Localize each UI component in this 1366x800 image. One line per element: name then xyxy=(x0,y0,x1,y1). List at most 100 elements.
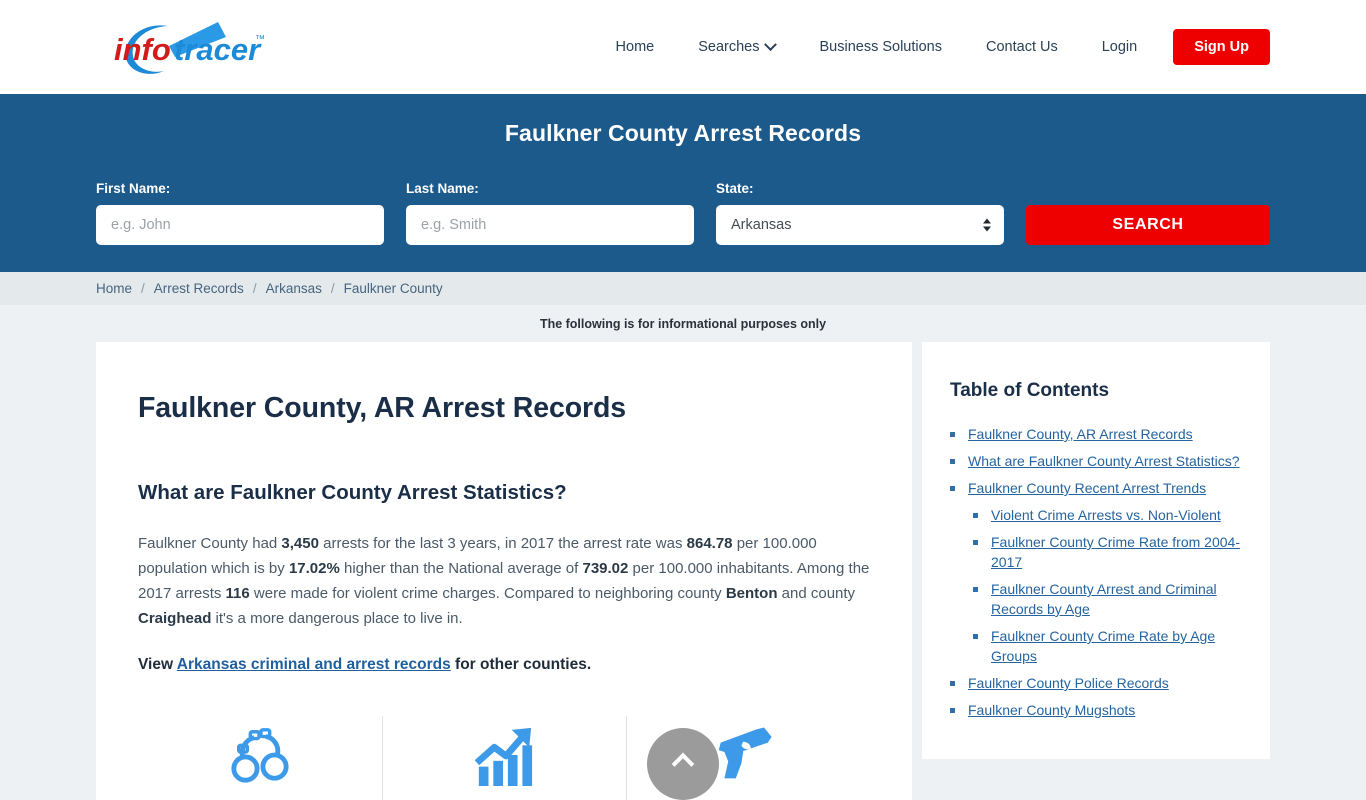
chevron-up-icon xyxy=(671,752,695,776)
state-select[interactable]: Arkansas xyxy=(716,205,1004,245)
infotracer-logo-icon: info tracer ™ xyxy=(114,22,265,74)
main-navigation: Home Searches Business Solutions Contact… xyxy=(594,0,1270,94)
nav-item-home[interactable]: Home xyxy=(594,39,677,55)
handcuffs-icon xyxy=(231,728,289,783)
text-fragment: Faulkner County had xyxy=(138,535,282,552)
toc-link-crime-rate-2004-2017[interactable]: Faulkner County Crime Rate from 2004-201… xyxy=(991,532,1242,572)
nav-label: Business Solutions xyxy=(819,39,942,55)
arkansas-records-link[interactable]: Arkansas criminal and arrest records xyxy=(177,656,451,673)
svg-text:tracer: tracer xyxy=(174,32,262,67)
neighbor-county-one: Benton xyxy=(725,585,778,602)
toc-subitem: Faulkner County Crime Rate from 2004-201… xyxy=(973,532,1242,572)
view-other-counties-line: View Arkansas criminal and arrest record… xyxy=(138,656,870,674)
toc-subitem: Violent Crime Arrests vs. Non-Violent xyxy=(973,505,1242,525)
feature-icon-cell-arrests xyxy=(138,716,382,800)
stat-arrest-rate: 864.78 xyxy=(686,535,733,552)
bullet-square-icon xyxy=(950,486,955,491)
toc-link-crime-rate-by-age-groups[interactable]: Faulkner County Crime Rate by Age Groups xyxy=(991,626,1242,666)
nav-label: Home xyxy=(615,39,655,55)
toc-subitem: Faulkner County Crime Rate by Age Groups xyxy=(973,626,1242,666)
table-of-contents-card: Table of Contents Faulkner County, AR Ar… xyxy=(922,342,1270,759)
nav-item-business-solutions[interactable]: Business Solutions xyxy=(797,39,964,55)
toc-link-recent-arrest-trends[interactable]: Faulkner County Recent Arrest Trends xyxy=(968,478,1206,498)
stat-percent-higher: 17.02% xyxy=(288,560,340,577)
bullet-square-icon xyxy=(973,634,978,639)
bullet-square-icon xyxy=(973,540,978,545)
svg-text:™: ™ xyxy=(255,34,265,45)
informational-notice: The following is for informational purpo… xyxy=(539,317,827,331)
toc-link-police-records[interactable]: Faulkner County Police Records xyxy=(968,673,1169,693)
toc-subitem: Faulkner County Arrest and Criminal Reco… xyxy=(973,579,1242,619)
first-name-field-group: First Name: xyxy=(96,181,384,245)
nav-label: Contact Us xyxy=(986,39,1058,55)
search-banner: Faulkner County Arrest Records First Nam… xyxy=(0,94,1366,272)
arrest-search-form: First Name: Last Name: State: Arkansas S… xyxy=(96,181,1270,245)
statistics-paragraph: Faulkner County had 3,450 arrests for th… xyxy=(138,531,870,631)
toc-item: Faulkner County Mugshots xyxy=(950,700,1242,720)
toc-item: Faulkner County, AR Arrest Records xyxy=(950,424,1242,444)
breadcrumb-item-home[interactable]: Home xyxy=(96,281,132,296)
text-fragment: View xyxy=(138,656,177,673)
bullet-square-icon xyxy=(950,459,955,464)
page-title: Faulkner County, AR Arrest Records xyxy=(138,392,627,424)
chevron-down-icon xyxy=(764,37,778,51)
nav-item-searches[interactable]: Searches xyxy=(676,37,797,55)
toc-link-mugshots[interactable]: Faulkner County Mugshots xyxy=(968,700,1135,720)
breadcrumb-separator: / xyxy=(141,281,145,296)
text-fragment: it's a more dangerous place to live in. xyxy=(211,610,463,627)
growth-chart-icon xyxy=(474,727,533,786)
sign-up-button[interactable]: Sign Up xyxy=(1173,29,1270,65)
text-fragment: higher than the National average of xyxy=(339,560,583,577)
stat-national-average: 739.02 xyxy=(582,560,629,577)
feature-icon-row xyxy=(138,716,870,800)
state-label: State: xyxy=(716,181,754,196)
handgun-icon xyxy=(718,727,772,779)
bullet-square-icon xyxy=(973,513,978,518)
bullet-square-icon xyxy=(950,432,955,437)
breadcrumb-bar: Home / Arrest Records / Arkansas / Faulk… xyxy=(0,272,1366,305)
neighbor-county-two: Craighead xyxy=(138,610,212,627)
logo[interactable]: info tracer ™ xyxy=(96,15,271,79)
breadcrumb-separator: / xyxy=(330,281,335,296)
nav-item-contact-us[interactable]: Contact Us xyxy=(964,39,1080,55)
last-name-field-group: Last Name: xyxy=(406,181,694,245)
last-name-input[interactable] xyxy=(406,205,694,245)
state-field-group: State: Arkansas xyxy=(716,181,1004,245)
stat-violent-arrests: 116 xyxy=(225,585,250,602)
breadcrumb-item-arrest-records[interactable]: Arrest Records xyxy=(154,281,244,296)
first-name-input[interactable] xyxy=(96,205,384,245)
nav-label: Searches xyxy=(698,39,760,55)
bullet-square-icon xyxy=(950,681,955,686)
article-card: Faulkner County, AR Arrest Records What … xyxy=(96,342,912,800)
bullet-square-icon xyxy=(973,587,978,592)
feature-icon-cell-trends xyxy=(382,716,626,800)
toc-link-violent-vs-nonviolent[interactable]: Violent Crime Arrests vs. Non-Violent xyxy=(991,505,1221,525)
text-fragment: and county xyxy=(777,585,856,602)
banner-title: Faulkner County Arrest Records xyxy=(504,120,862,146)
nav-label: Login xyxy=(1101,39,1138,55)
toc-link-arrest-records[interactable]: Faulkner County, AR Arrest Records xyxy=(968,424,1193,444)
text-fragment: for other counties. xyxy=(450,656,592,673)
scroll-to-top-button[interactable] xyxy=(647,728,719,800)
toc-link-records-by-age[interactable]: Faulkner County Arrest and Criminal Reco… xyxy=(991,579,1242,619)
bullet-square-icon xyxy=(950,708,955,713)
nav-item-login[interactable]: Login xyxy=(1080,39,1159,55)
breadcrumb-item-current: Faulkner County xyxy=(343,281,443,296)
svg-text:info: info xyxy=(114,32,171,67)
toc-item: What are Faulkner County Arrest Statisti… xyxy=(950,451,1242,471)
state-select-wrapper: Arkansas xyxy=(716,205,1004,245)
breadcrumb-separator: / xyxy=(252,281,257,296)
stat-total-arrests: 3,450 xyxy=(281,535,319,552)
breadcrumb: Home / Arrest Records / Arkansas / Faulk… xyxy=(96,281,443,296)
toc-list: Faulkner County, AR Arrest Records What … xyxy=(950,424,1242,720)
text-fragment: were made for violent crime charges. Com… xyxy=(249,585,726,602)
section-heading-statistics: What are Faulkner County Arrest Statisti… xyxy=(138,481,567,504)
toc-link-arrest-statistics[interactable]: What are Faulkner County Arrest Statisti… xyxy=(968,451,1240,471)
breadcrumb-item-arkansas[interactable]: Arkansas xyxy=(266,281,322,296)
first-name-label: First Name: xyxy=(96,181,171,196)
toc-item: Faulkner County Police Records xyxy=(950,673,1242,693)
toc-item: Faulkner County Recent Arrest Trends xyxy=(950,478,1242,498)
site-header: info tracer ™ Home Searches Business Sol… xyxy=(0,0,1366,94)
toc-title: Table of Contents xyxy=(950,380,1110,401)
search-button[interactable]: SEARCH xyxy=(1026,205,1270,245)
